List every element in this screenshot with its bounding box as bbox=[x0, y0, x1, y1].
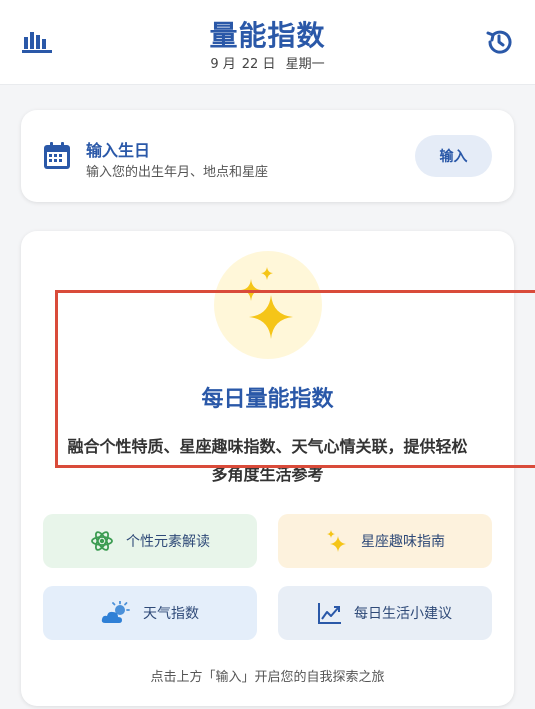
feature-label: 每日生活小建议 bbox=[354, 606, 452, 622]
sparkle-icon bbox=[325, 529, 349, 553]
main-title: 每日量能指数 bbox=[201, 387, 334, 412]
input-button[interactable]: 输入 bbox=[415, 135, 492, 177]
sparkles-icon bbox=[214, 251, 322, 359]
birthday-card: 输入生日 输入您的出生年月、地点和星座 输入 bbox=[21, 110, 514, 202]
birthday-title: 输入生日 bbox=[86, 141, 151, 160]
feature-daily-tips[interactable]: 每日生活小建议 bbox=[278, 586, 492, 640]
feature-zodiac[interactable]: 星座趣味指南 bbox=[278, 514, 492, 568]
feature-label: 星座趣味指南 bbox=[361, 534, 445, 550]
feature-label: 天气指数 bbox=[143, 606, 199, 622]
history-icon[interactable] bbox=[482, 26, 516, 58]
date-weekday: 星期一 bbox=[285, 57, 325, 72]
atom-icon bbox=[90, 529, 114, 553]
hint-text: 点击上方「输入」开启您的自我探索之旅 bbox=[150, 670, 385, 685]
page-title: 量能指数 bbox=[209, 19, 326, 52]
trend-chart-icon bbox=[318, 602, 342, 624]
date-month: 9 月 bbox=[210, 57, 236, 72]
birthday-subtitle: 输入您的出生年月、地点和星座 bbox=[86, 165, 269, 180]
date-day: 22 日 bbox=[241, 57, 276, 72]
date-line: 9 月 22 日 星期一 bbox=[0, 53, 535, 72]
sun-cloud-icon bbox=[101, 601, 131, 625]
feature-label: 个性元素解读 bbox=[126, 534, 210, 550]
feature-weather[interactable]: 天气指数 bbox=[43, 586, 257, 640]
main-card: 每日量能指数 融合个性特质、星座趣味指数、天气心情关联，提供轻松多角度生活参考 … bbox=[21, 231, 514, 706]
feature-personality[interactable]: 个性元素解读 bbox=[43, 514, 257, 568]
app-header: 量能指数 9 月 22 日 星期一 bbox=[0, 0, 535, 85]
calendar-icon bbox=[43, 142, 71, 170]
main-description: 融合个性特质、星座趣味指数、天气心情关联，提供轻松多角度生活参考 bbox=[67, 437, 468, 484]
